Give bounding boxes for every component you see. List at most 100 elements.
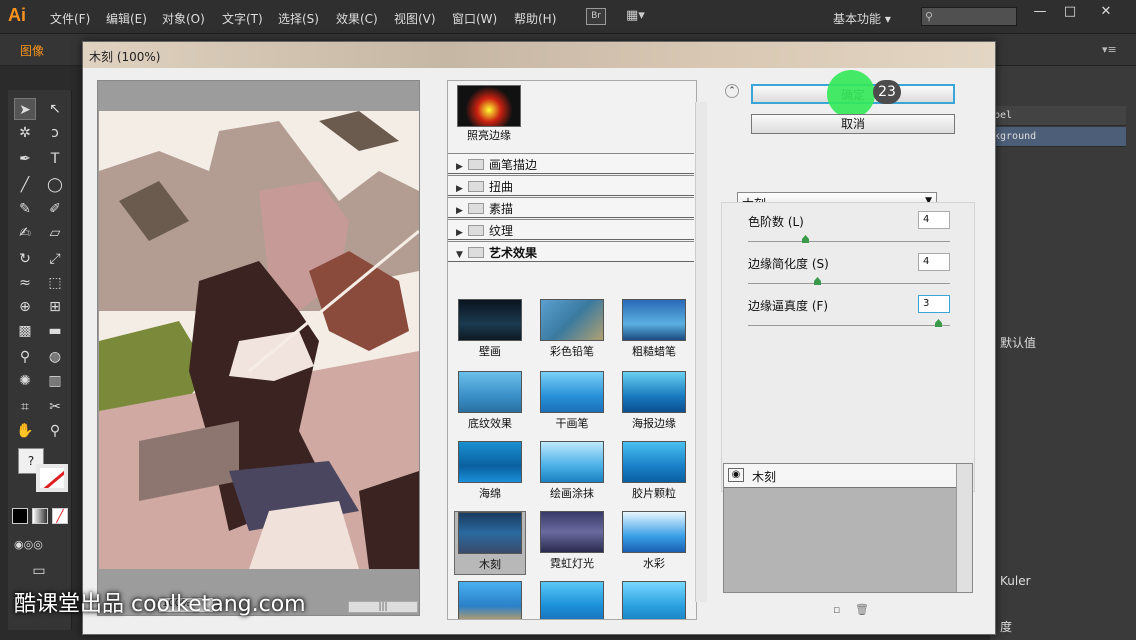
- menu-item-6[interactable]: 视图(V): [394, 10, 436, 27]
- kuler-tab[interactable]: Kuler: [1000, 574, 1031, 588]
- none-mode-icon[interactable]: ╱: [52, 508, 68, 524]
- filter-thumb-glowing-edges[interactable]: 照亮边缘: [456, 85, 522, 147]
- param-slider-track[interactable]: [748, 283, 950, 284]
- ellipse-tool-icon[interactable]: ◯: [44, 174, 66, 196]
- width-tool-icon[interactable]: ≈: [14, 272, 36, 294]
- selection-tool-icon[interactable]: ➤: [14, 98, 36, 120]
- draw-mode-icon[interactable]: ◉◎◎: [14, 534, 43, 556]
- new-layer-icon[interactable]: ▫: [833, 603, 840, 616]
- filter-thumb-13[interactable]: 调色刀: [536, 581, 608, 619]
- filter-thumb-label: 底纹效果: [468, 417, 512, 430]
- search-input[interactable]: ⚲: [921, 7, 1017, 26]
- menu-item-3[interactable]: 文字(T): [222, 10, 263, 27]
- filter-thumb-1[interactable]: 彩色铅笔: [536, 299, 608, 363]
- filter-thumb-11[interactable]: 水彩: [618, 511, 690, 575]
- color-mode-icon[interactable]: [12, 508, 28, 524]
- maximize-button[interactable]: □: [1060, 4, 1080, 20]
- cancel-button[interactable]: 取消: [751, 114, 955, 134]
- filter-thumb-3[interactable]: 底纹效果: [454, 371, 526, 435]
- menu-item-4[interactable]: 选择(S): [278, 10, 319, 27]
- filter-folder-3[interactable]: ▶ 纹理: [448, 219, 694, 240]
- filter-folder-4[interactable]: ▼ 艺术效果: [448, 241, 694, 262]
- direct-selection-tool-icon[interactable]: ↖: [44, 98, 66, 120]
- filter-thumb-label: 绘画涂抹: [550, 487, 594, 500]
- param-slider-thumb[interactable]: [802, 235, 809, 243]
- minimize-button[interactable]: —: [1030, 4, 1050, 20]
- lasso-icon[interactable]: ↄ: [44, 122, 66, 144]
- type-tool-icon[interactable]: T: [44, 148, 66, 170]
- filter-folder-2[interactable]: ▶ 素描: [448, 197, 694, 218]
- zoom-tool-icon[interactable]: ⚲: [44, 420, 66, 442]
- slice-tool-icon[interactable]: ✂: [44, 396, 66, 418]
- param-slider-thumb[interactable]: [935, 319, 942, 327]
- paintbrush-icon[interactable]: ✎: [14, 198, 36, 220]
- fill-stroke-swatches[interactable]: ?: [14, 448, 70, 496]
- blob-brush-icon[interactable]: ✍: [14, 222, 36, 244]
- filter-thumb-label: 木刻: [479, 558, 501, 571]
- filter-thumb-4[interactable]: 干画笔: [536, 371, 608, 435]
- effect-layer-row[interactable]: ◉ 木刻: [724, 464, 956, 488]
- magic-wand-icon[interactable]: ✲: [14, 122, 36, 144]
- menu-item-2[interactable]: 对象(O): [162, 10, 205, 27]
- filter-folder-0[interactable]: ▶ 画笔描边: [448, 153, 694, 174]
- filter-thumb-5[interactable]: 海报边缘: [618, 371, 690, 435]
- filter-thumb-12[interactable]: 塑料包装: [454, 581, 526, 619]
- layer-row-selected[interactable]: kground: [990, 127, 1126, 147]
- filter-thumb-0[interactable]: 壁画: [454, 299, 526, 363]
- layer-row[interactable]: bel: [990, 106, 1126, 126]
- bridge-button[interactable]: Br: [586, 8, 606, 25]
- layers-scrollbar[interactable]: [956, 464, 972, 592]
- artboard-tool-icon[interactable]: ⌗: [14, 396, 36, 418]
- menu-item-5[interactable]: 效果(C): [336, 10, 378, 27]
- param-slider-thumb[interactable]: [814, 277, 821, 285]
- menu-item-7[interactable]: 窗口(W): [452, 10, 497, 27]
- blend-tool-icon[interactable]: ◍: [44, 346, 66, 368]
- filter-thumb-10[interactable]: 霓虹灯光: [536, 511, 608, 575]
- menu-item-0[interactable]: 文件(F): [50, 10, 90, 27]
- shape-builder-icon[interactable]: ⊕: [14, 296, 36, 318]
- stroke-swatch-icon[interactable]: [36, 464, 68, 492]
- eraser-icon[interactable]: ▱: [44, 222, 66, 244]
- eyedropper-icon[interactable]: ⚲: [14, 346, 36, 368]
- menu-item-1[interactable]: 编辑(E): [106, 10, 147, 27]
- filter-folder-label: 画笔描边: [489, 158, 538, 172]
- rotate-tool-icon[interactable]: ↻: [14, 248, 36, 270]
- close-button[interactable]: ✕: [1096, 4, 1116, 20]
- filter-thumb-2[interactable]: 粗糙蜡笔: [618, 299, 690, 363]
- hand-tool-icon[interactable]: ✋: [14, 420, 36, 442]
- scale-tool-icon[interactable]: ⤢: [44, 248, 66, 270]
- param-slider-track[interactable]: [748, 241, 950, 242]
- free-transform-icon[interactable]: ⬚: [44, 272, 66, 294]
- filter-thumb-8[interactable]: 胶片颗粒: [618, 441, 690, 505]
- arrange-documents-icon[interactable]: ▦▾: [626, 8, 652, 25]
- line-tool-icon[interactable]: ╱: [14, 174, 36, 196]
- param-value-input[interactable]: 4: [918, 253, 950, 271]
- workspace-switcher[interactable]: 基本功能 ▾: [833, 10, 891, 27]
- perspective-grid-icon[interactable]: ⊞: [44, 296, 66, 318]
- filter-thumb-7[interactable]: 绘画涂抹: [536, 441, 608, 505]
- screen-mode-icon[interactable]: ▭: [28, 560, 50, 582]
- filter-thumb-image: [458, 299, 522, 341]
- param-value-input[interactable]: 4: [918, 211, 950, 229]
- pencil-icon[interactable]: ✐: [44, 198, 66, 220]
- horizontal-scrollbar[interactable]: |||: [348, 601, 418, 613]
- pen-tool-icon[interactable]: ✒: [14, 148, 36, 170]
- trash-icon[interactable]: 🗑: [855, 603, 869, 616]
- eye-icon[interactable]: ◉: [728, 468, 744, 482]
- filter-thumb-6[interactable]: 海绵: [454, 441, 526, 505]
- menu-item-8[interactable]: 帮助(H): [514, 10, 556, 27]
- panel-menu-icon[interactable]: ▾≡: [1102, 43, 1117, 56]
- tools-panel: ➤ ↖ ✲ ↄ ✒ T ╱ ◯ ✎ ✐ ✍ ▱ ↻ ⤢ ≈ ⬚ ⊕ ⊞ ▩ ▬ …: [8, 90, 72, 630]
- mesh-tool-icon[interactable]: ▩: [14, 320, 36, 342]
- gradient-mode-icon[interactable]: [32, 508, 48, 524]
- param-slider-track[interactable]: [748, 325, 950, 326]
- gallery-scrollbar[interactable]: [695, 102, 707, 602]
- column-graph-icon[interactable]: ▥: [44, 370, 66, 392]
- gradient-tool-icon[interactable]: ▬: [44, 320, 66, 342]
- collapse-gallery-icon[interactable]: ⌃: [725, 84, 739, 98]
- symbol-sprayer-icon[interactable]: ✺: [14, 370, 36, 392]
- filter-thumb-14[interactable]: 涂抹棒: [618, 581, 690, 619]
- filter-folder-1[interactable]: ▶ 扭曲: [448, 175, 694, 196]
- param-value-input[interactable]: 3: [918, 295, 950, 313]
- filter-thumb-9[interactable]: 木刻: [454, 511, 526, 575]
